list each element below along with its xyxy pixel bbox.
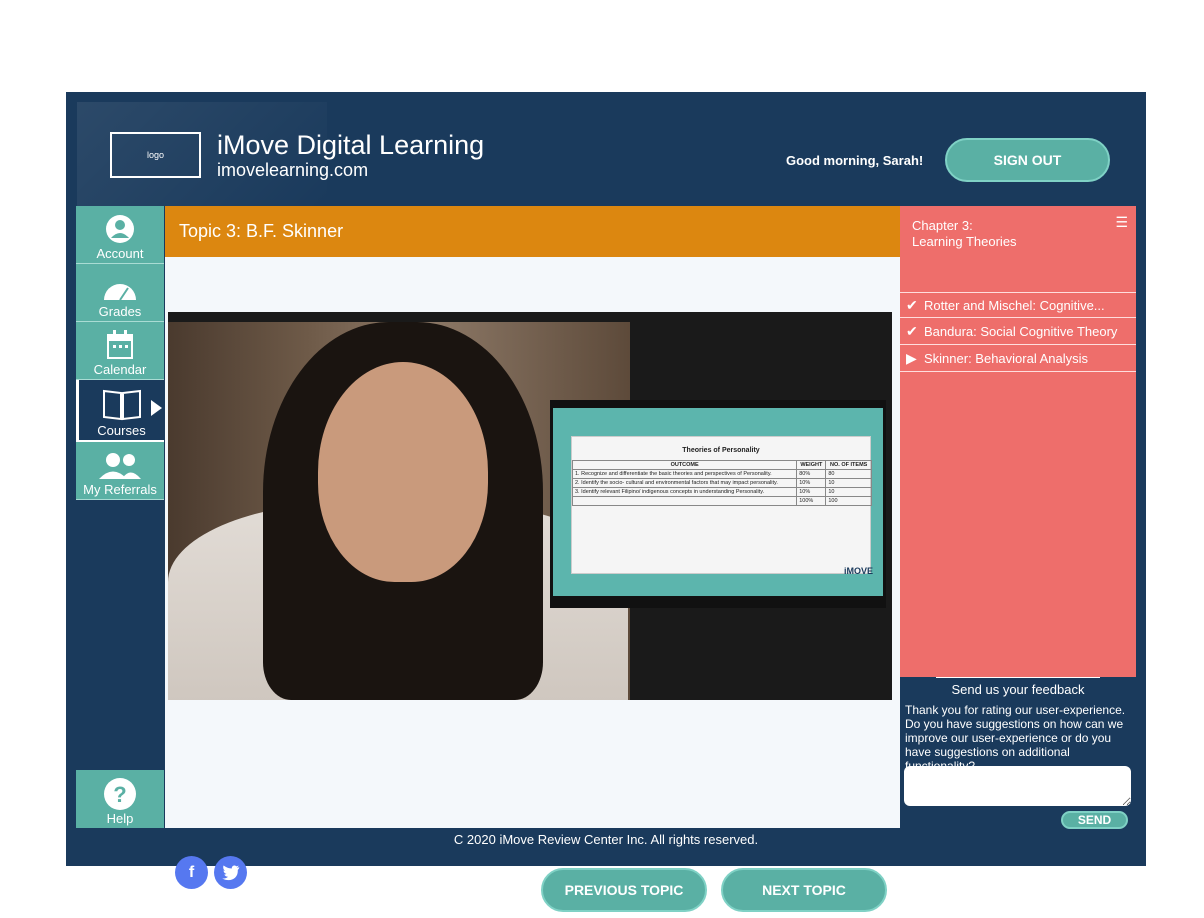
svg-text:?: ? bbox=[113, 782, 126, 807]
help-label: Help bbox=[106, 811, 134, 826]
logo[interactable]: logo bbox=[110, 132, 201, 178]
presentation-slide: Theories of Personality OUTCOME WEIGHT N… bbox=[550, 400, 886, 608]
active-arrow-icon bbox=[151, 400, 162, 416]
previous-topic-button[interactable]: PREVIOUS TOPIC bbox=[541, 868, 707, 912]
sidebar-item-label: Account bbox=[96, 246, 144, 261]
topic-title: Topic 3: B.F. Skinner bbox=[165, 206, 900, 257]
brand-title: iMove Digital Learning bbox=[217, 130, 485, 160]
brand-url: imovelearning.com bbox=[217, 160, 369, 180]
slide-brand: iMOVE bbox=[843, 566, 873, 576]
users-icon bbox=[99, 453, 141, 479]
main-content: Topic 3: B.F. Skinner Theories of Person… bbox=[165, 206, 900, 912]
sidebar-item-grades[interactable]: Grades bbox=[76, 264, 164, 322]
feedback-panel: Send us your feedback Thank you for rati… bbox=[900, 677, 1136, 829]
feedback-tab[interactable]: Send us your feedback bbox=[936, 677, 1100, 700]
gauge-icon bbox=[104, 284, 136, 301]
calendar-icon bbox=[107, 330, 133, 359]
sidebar-item-label: Calendar bbox=[93, 362, 147, 377]
user-icon bbox=[106, 215, 134, 243]
next-topic-button[interactable]: NEXT TOPIC bbox=[721, 868, 887, 912]
facebook-icon[interactable]: f bbox=[175, 856, 208, 889]
footer-copyright: C 2020 iMove Review Center Inc. All righ… bbox=[453, 832, 759, 847]
sidebar-item-calendar[interactable]: Calendar bbox=[76, 322, 164, 380]
help-icon: ? bbox=[104, 778, 136, 810]
lesson-item-current[interactable]: ▶ Skinner: Behavioral Analysis bbox=[900, 346, 1136, 372]
lesson-item[interactable]: ✔ Bandura: Social Cognitive Theory bbox=[900, 319, 1136, 345]
menu-icon[interactable]: ☰ bbox=[1115, 214, 1128, 231]
feedback-input[interactable] bbox=[904, 766, 1131, 806]
send-button[interactable]: SEND bbox=[1061, 811, 1128, 829]
book-icon bbox=[102, 389, 141, 421]
signout-button[interactable]: SIGN OUT bbox=[945, 138, 1110, 182]
sidebar-item-label: My Referrals bbox=[83, 482, 157, 497]
sidebar-item-courses[interactable]: Courses bbox=[76, 380, 164, 442]
feedback-text: Thank you for rating our user-experience… bbox=[905, 703, 1126, 773]
twitter-icon[interactable] bbox=[214, 856, 247, 889]
sidebar: Account Grades Calendar Courses My Refer… bbox=[76, 206, 164, 500]
chapter-panel: Chapter 3: Learning Theories ☰ ✔ Rotter … bbox=[900, 206, 1136, 700]
video-player[interactable]: Theories of Personality OUTCOME WEIGHT N… bbox=[168, 312, 892, 700]
greeting-text: Good morning, Sarah! bbox=[786, 153, 924, 168]
check-icon: ✔ bbox=[906, 296, 918, 313]
sidebar-item-referrals[interactable]: My Referrals bbox=[76, 442, 164, 500]
sidebar-item-account[interactable]: Account bbox=[76, 206, 164, 264]
chapter-title: Chapter 3: Learning Theories bbox=[912, 218, 1017, 249]
sidebar-item-label: Courses bbox=[97, 423, 146, 438]
slide-table: OUTCOME WEIGHT NO. OF ITEMS 1. Recognize… bbox=[571, 460, 872, 506]
help-button[interactable]: ? Help bbox=[76, 770, 164, 828]
slide-title: Theories of Personality bbox=[682, 447, 760, 454]
check-icon: ✔ bbox=[906, 323, 918, 339]
header: logo iMove Digital Learning imovelearnin… bbox=[77, 102, 1136, 206]
app-frame: logo iMove Digital Learning imovelearnin… bbox=[66, 92, 1146, 912]
sidebar-item-label: Grades bbox=[98, 304, 142, 319]
play-icon: ▶ bbox=[906, 350, 917, 366]
lesson-item[interactable]: ✔ Rotter and Mischel: Cognitive... bbox=[900, 292, 1136, 318]
